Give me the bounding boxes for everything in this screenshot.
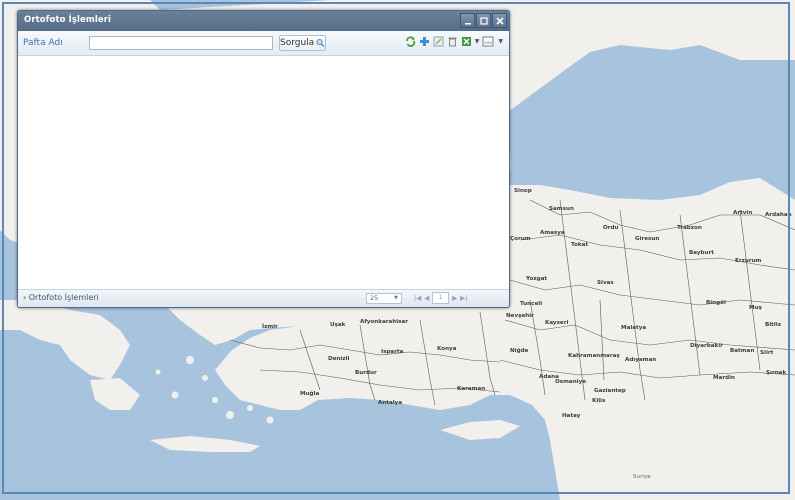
map-label: İzmir	[262, 323, 278, 330]
page-size-value: 25	[370, 294, 379, 302]
chevron-down-icon[interactable]: ▼	[498, 38, 503, 45]
map-label: Muğla	[300, 391, 319, 397]
map-label: Bayburt	[689, 250, 714, 256]
map-label: Bitlis	[765, 322, 782, 328]
map-label: Ordu	[603, 225, 619, 231]
map-label: Sinop	[514, 188, 532, 194]
map-label: Antalya	[378, 400, 402, 406]
map-label: Konya	[437, 346, 457, 352]
map-label: Çorum	[510, 236, 531, 242]
map-label: Gaziantep	[594, 388, 626, 394]
edit-icon[interactable]	[433, 36, 444, 47]
paging-nav: |◀ ◀ 1 ▶ ▶|	[414, 292, 467, 304]
map-label: Kayseri	[545, 320, 568, 326]
chevron-down-icon[interactable]: ▼	[475, 38, 480, 45]
pafta-label: Pafta Adı	[23, 38, 63, 48]
map-label: Sivas	[597, 280, 614, 286]
panel-title[interactable]: › Ortofoto İşlemleri	[23, 293, 99, 302]
map-label: Artvin	[733, 210, 752, 216]
csv-export-icon[interactable]: csv	[482, 36, 495, 47]
map-label: Bingöl	[706, 300, 726, 306]
last-page-icon[interactable]: ▶|	[460, 294, 467, 302]
map-label: Batman	[730, 348, 754, 354]
window-title: Ortofoto İşlemleri	[24, 15, 112, 25]
page-number-input[interactable]: 1	[432, 292, 450, 304]
map-label: Suriye	[633, 474, 651, 480]
aegean-island	[155, 369, 161, 375]
paging-toolbar: › Ortofoto İşlemleri 25 ▼ |◀ ◀ 1 ▶ ▶|	[18, 289, 509, 307]
aegean-island	[266, 416, 274, 424]
first-page-icon[interactable]: |◀	[414, 294, 421, 302]
map-label: Afyonkarahisar	[360, 319, 408, 325]
refresh-icon[interactable]	[405, 36, 416, 47]
map-label: Denizli	[328, 356, 350, 362]
search-icon	[316, 39, 325, 47]
excel-export-icon[interactable]	[461, 36, 472, 47]
pafta-input[interactable]	[89, 36, 273, 50]
close-icon[interactable]	[492, 13, 507, 28]
toolbar-icons: ▼ csv ▼	[405, 36, 503, 47]
map-label: Erzurum	[735, 258, 762, 264]
map-label: Tunceli	[520, 301, 542, 307]
map-label: Yozgat	[525, 276, 547, 282]
map-label: Osmaniye	[555, 379, 586, 385]
aegean-island	[226, 411, 234, 419]
aegean-island	[171, 391, 179, 399]
chevron-down-icon: ▼	[394, 295, 398, 301]
aegean-island	[212, 397, 218, 403]
map-label: Ardahan	[765, 212, 792, 218]
csv-label: csv	[485, 41, 493, 46]
prev-page-icon[interactable]: ◀	[424, 294, 429, 302]
delete-icon[interactable]	[447, 36, 458, 47]
aegean-island	[247, 405, 253, 411]
map-label: Siirt	[760, 350, 774, 356]
next-page-icon[interactable]: ▶	[452, 294, 457, 302]
map-label: Karaman	[457, 386, 485, 392]
ortofoto-window[interactable]: Ortofoto İşlemleri Pafta Adı Sorgula ▼ c…	[17, 10, 510, 308]
window-controls	[459, 13, 507, 28]
map-label: Mardin	[713, 375, 735, 381]
results-grid[interactable]	[18, 56, 509, 289]
map-label: Trabzon	[677, 225, 702, 231]
map-label: Uşak	[330, 322, 346, 328]
add-icon[interactable]	[419, 36, 430, 47]
map-label: Hatay	[562, 413, 581, 419]
map-label: Nevşehir	[506, 313, 534, 319]
aegean-island	[186, 356, 194, 364]
page-size-select[interactable]: 25 ▼	[366, 293, 402, 304]
map-label: Giresun	[635, 236, 659, 242]
map-label: Malatya	[621, 325, 646, 331]
window-titlebar[interactable]: Ortofoto İşlemleri	[18, 11, 509, 31]
map-label: Samsun	[549, 206, 574, 212]
map-label: Burdur	[355, 370, 377, 376]
panel-title-text: Ortofoto İşlemleri	[28, 293, 99, 302]
aegean-island	[202, 375, 208, 381]
search-button-label: Sorgula	[280, 38, 315, 48]
search-button[interactable]: Sorgula	[279, 35, 326, 51]
map-label: Diyarbakır	[690, 343, 723, 349]
map-label: Adıyaman	[625, 357, 656, 363]
map-label: Kahramanmaraş	[568, 353, 620, 359]
map-label: Niğde	[510, 348, 529, 354]
maximize-icon[interactable]	[476, 13, 491, 28]
map-label: Tokat	[571, 242, 588, 248]
map-label: Kilis	[592, 398, 606, 404]
toolbar: Pafta Adı Sorgula ▼ csv ▼	[18, 31, 509, 56]
map-label: Şırnak	[766, 370, 786, 376]
minimize-icon[interactable]	[460, 13, 475, 28]
map-label: Isparta	[381, 349, 404, 355]
map-label: Amasya	[540, 230, 565, 236]
map-label: Muş	[749, 305, 763, 311]
